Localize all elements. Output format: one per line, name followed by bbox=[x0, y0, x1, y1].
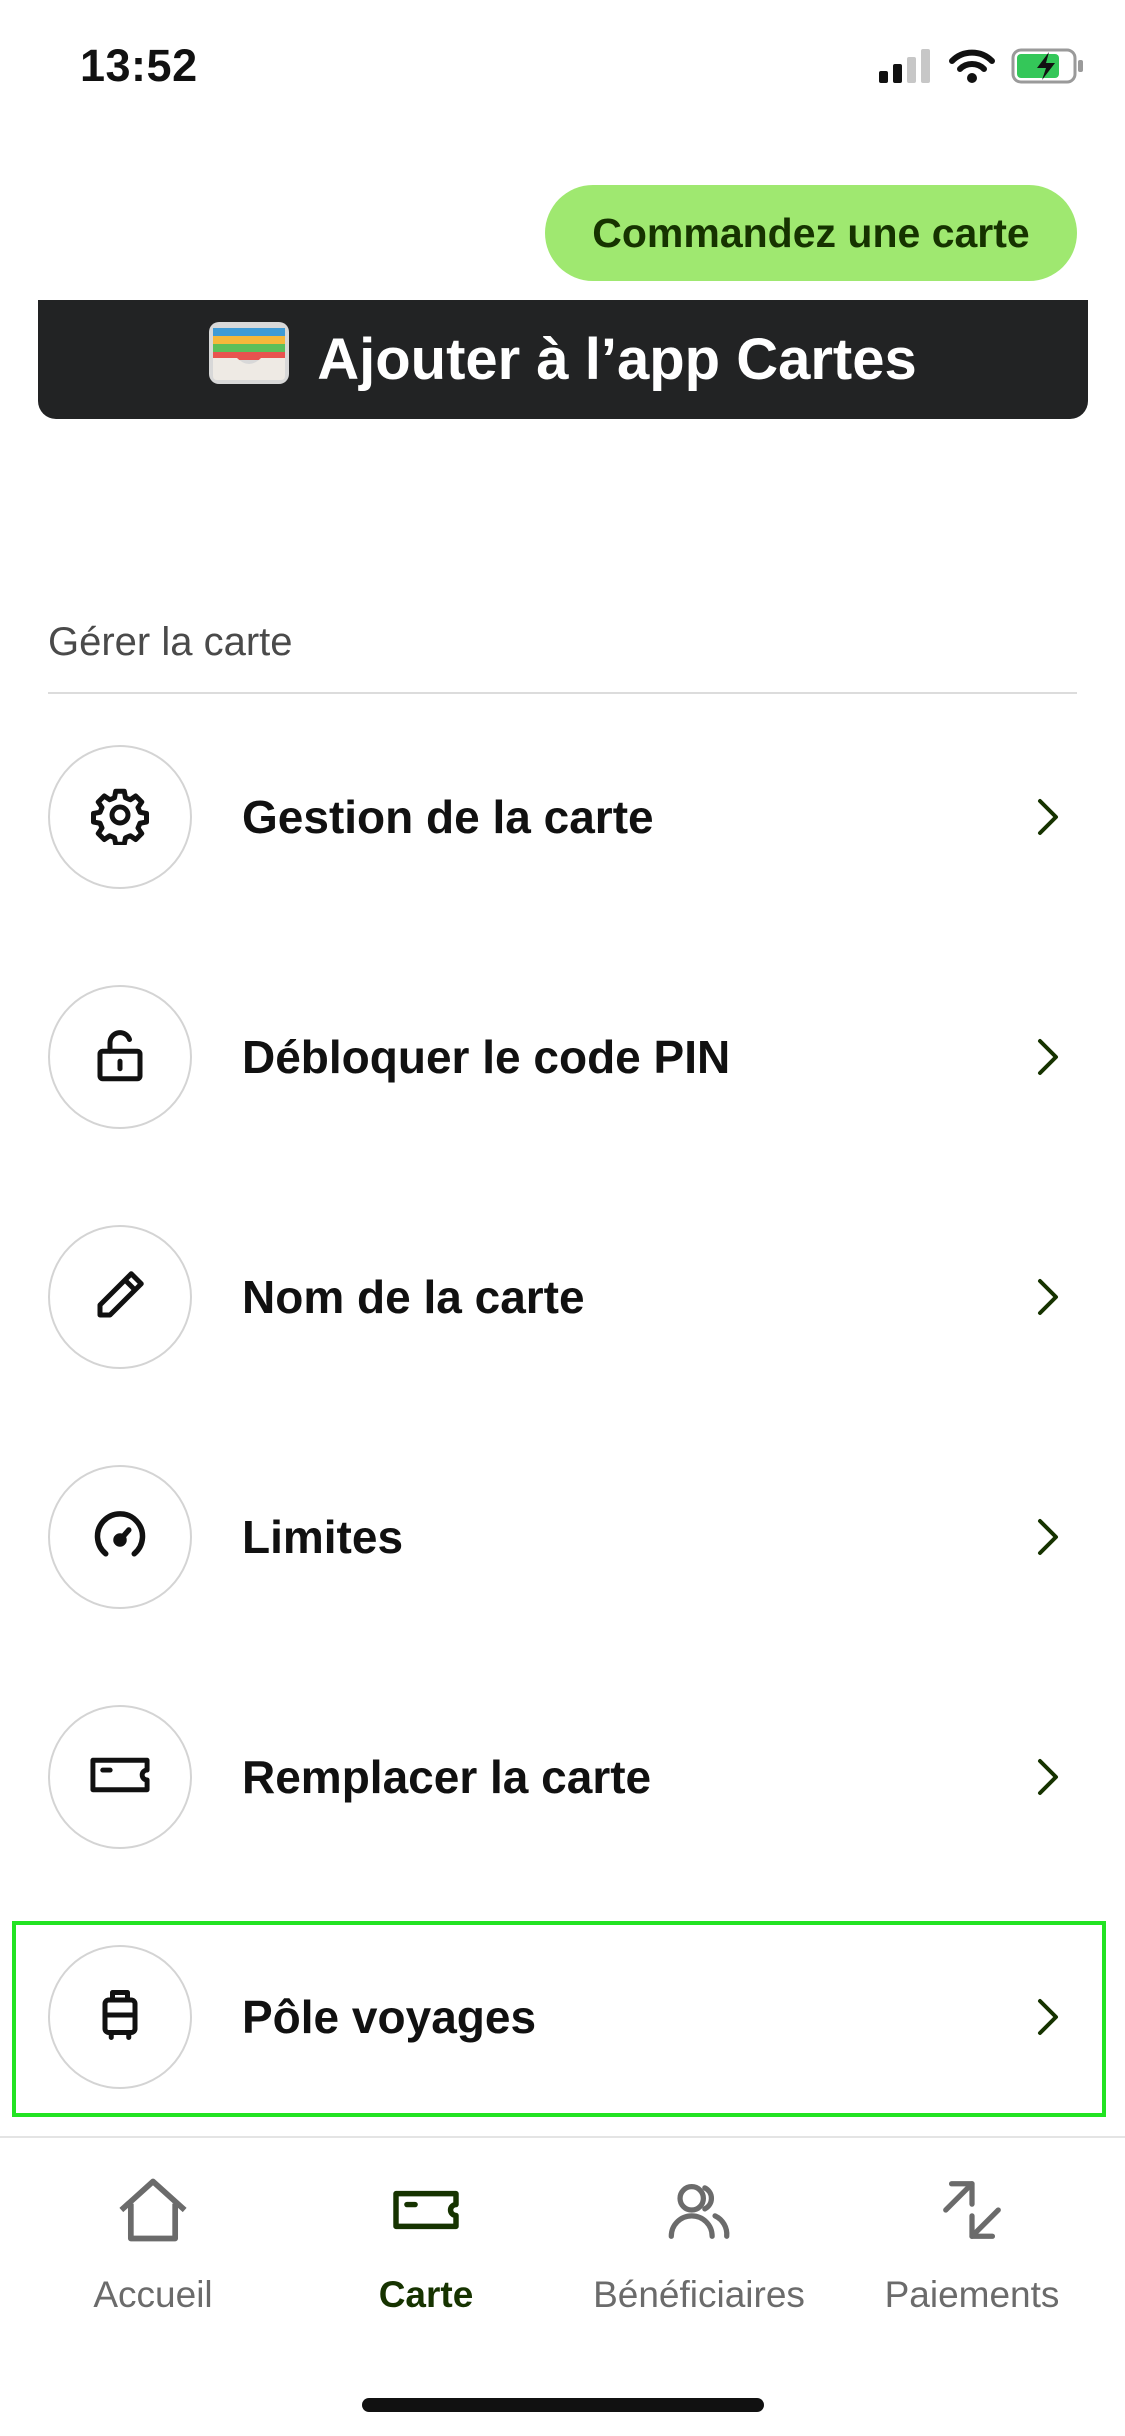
add-to-wallet-button[interactable]: Ajouter à l’app Cartes bbox=[38, 300, 1088, 419]
chevron-right-icon bbox=[1028, 1037, 1068, 1077]
wallet-icon bbox=[209, 321, 290, 398]
status-icons bbox=[879, 48, 1085, 89]
home-indicator bbox=[362, 2398, 764, 2412]
chevron-right-icon bbox=[1028, 1517, 1068, 1557]
menu-item-unlock-pin[interactable]: Débloquer le code PIN bbox=[48, 982, 1078, 1132]
speedometer-icon bbox=[90, 1505, 150, 1570]
cellular-signal-icon bbox=[879, 49, 933, 88]
menu-item-replace-card[interactable]: Remplacer la carte bbox=[48, 1702, 1078, 1852]
tab-label: Bénéficiaires bbox=[593, 2274, 805, 2315]
chevron-right-icon bbox=[1028, 797, 1068, 837]
order-card-button[interactable]: Commandez une carte bbox=[545, 185, 1077, 281]
menu-item-label: Limites bbox=[242, 1511, 404, 1563]
gear-icon bbox=[90, 785, 150, 850]
tab-recipients[interactable]: Bénéficiaires bbox=[559, 2170, 839, 2316]
add-to-wallet-label: Ajouter à l’app Cartes bbox=[317, 327, 917, 392]
pencil-icon bbox=[90, 1265, 150, 1330]
menu-item-label: Débloquer le code PIN bbox=[242, 1031, 731, 1083]
highlight-box bbox=[12, 1921, 1106, 2117]
section-title: Gérer la carte bbox=[48, 620, 293, 664]
battery-charging-icon bbox=[1011, 48, 1085, 89]
menu-item-limits[interactable]: Limites bbox=[48, 1462, 1078, 1612]
transfer-arrows-icon bbox=[932, 2170, 1012, 2250]
unlock-icon bbox=[90, 1025, 150, 1090]
tab-label: Accueil bbox=[93, 2274, 213, 2315]
card-icon bbox=[88, 1745, 152, 1810]
menu-item-card-name[interactable]: Nom de la carte bbox=[48, 1222, 1078, 1372]
tab-bar-divider bbox=[0, 2136, 1125, 2138]
wifi-icon bbox=[949, 49, 995, 88]
chevron-right-icon bbox=[1028, 1277, 1068, 1317]
tab-label: Carte bbox=[378, 2274, 474, 2315]
tab-label: Paiements bbox=[884, 2274, 1060, 2315]
chevron-right-icon bbox=[1028, 1757, 1068, 1797]
section-divider bbox=[48, 692, 1077, 694]
menu-item-label: Nom de la carte bbox=[242, 1271, 585, 1323]
menu-item-card-management[interactable]: Gestion de la carte bbox=[48, 742, 1078, 892]
tab-home[interactable]: Accueil bbox=[13, 2170, 293, 2316]
status-time: 13:52 bbox=[80, 40, 198, 91]
menu-item-label: Remplacer la carte bbox=[242, 1751, 652, 1803]
menu-item-label: Gestion de la carte bbox=[242, 791, 654, 843]
home-icon bbox=[113, 2170, 193, 2250]
tab-card[interactable]: Carte bbox=[286, 2170, 566, 2316]
card-icon bbox=[386, 2170, 466, 2250]
recipients-icon bbox=[659, 2170, 739, 2250]
tab-payments[interactable]: Paiements bbox=[832, 2170, 1112, 2316]
